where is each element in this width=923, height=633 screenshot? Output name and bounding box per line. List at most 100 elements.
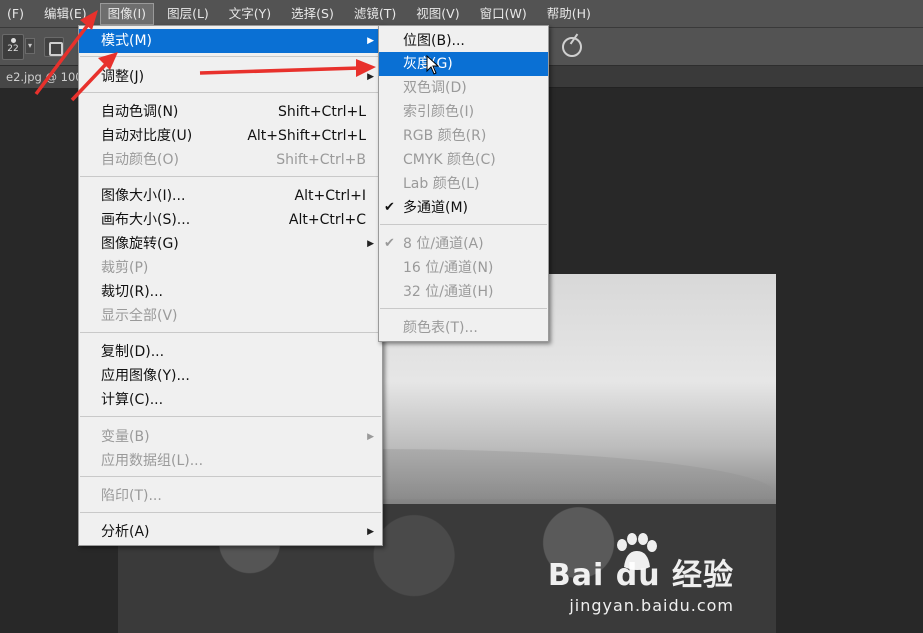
menu-view[interactable]: 视图(V) [409,3,466,25]
submenu-item-label: CMYK 颜色(C) [403,152,496,168]
submenu-item-label: 多通道(M) [403,200,469,216]
menu-edit[interactable]: 编辑(E) [37,3,94,25]
menu-filter[interactable]: 滤镜(T) [347,3,403,25]
menu-separator [80,176,381,177]
menu-item-label: 应用数据组(L)... [101,453,204,469]
menu-item-calculations[interactable]: 计算(C)... [79,388,382,412]
menu-item-label: 自动对比度(U) [101,128,193,144]
menu-item-label: 图像旋转(G) [101,236,179,252]
menu-item-label: 模式(M) [101,33,153,49]
baidu-watermark: Bai du 经验 jingyan.baidu.com [548,550,734,615]
submenu-item-label: RGB 颜色(R) [403,128,487,144]
menu-item-canvas-size[interactable]: 画布大小(S)... Alt+Ctrl+C [79,208,382,232]
menu-item-apply-image[interactable]: 应用图像(Y)... [79,364,382,388]
menu-item-trim[interactable]: 裁切(R)... [79,280,382,304]
menu-layer[interactable]: 图层(L) [160,3,216,25]
submenu-arrow-icon: ▶ [367,527,374,537]
submenu-item-indexed-color[interactable]: 索引颜色(I) [379,100,548,124]
submenu-item-16-bit[interactable]: 16 位/通道(N) [379,256,548,280]
menu-item-trap[interactable]: 陷印(T)... [79,484,382,508]
submenu-item-grayscale[interactable]: 灰度(G) [379,52,548,76]
menu-item-mode[interactable]: 模式(M) ▶ [79,29,382,53]
menu-bar: (F) 编辑(E) 图像(I) 图层(L) 文字(Y) 选择(S) 滤镜(T) … [0,0,923,28]
menu-item-shortcut: Shift+Ctrl+L [278,104,366,120]
submenu-item-multichannel[interactable]: ✔ 多通道(M) [379,196,548,220]
menu-item-image-rotation[interactable]: 图像旋转(G) ▶ [79,232,382,256]
menu-item-analysis[interactable]: 分析(A) ▶ [79,520,382,544]
menu-item-crop[interactable]: 裁剪(P) [79,256,382,280]
pressure-size-icon[interactable] [562,37,582,57]
brush-preset-picker[interactable]: 22 [2,34,24,60]
menu-item-shortcut: Alt+Ctrl+I [294,188,366,204]
menu-item-label: 图像大小(I)... [101,188,186,204]
menu-item-auto-tone[interactable]: 自动色调(N) Shift+Ctrl+L [79,100,382,124]
menu-separator [80,332,381,333]
menu-separator [380,308,547,309]
submenu-arrow-icon: ▶ [367,36,374,46]
mode-submenu: 位图(B)... 灰度(G) 双色调(D) 索引颜色(I) RGB 颜色(R) … [378,25,549,342]
menu-item-adjustments[interactable]: 调整(J) ▶ [79,65,382,89]
watermark-url: jingyan.baidu.com [569,596,734,615]
menu-item-reveal-all[interactable]: 显示全部(V) [79,304,382,328]
menu-item-duplicate[interactable]: 复制(D)... [79,340,382,364]
menu-item-label: 裁剪(P) [101,260,149,276]
menu-item-label: 变量(B) [101,429,150,445]
submenu-item-bitmap[interactable]: 位图(B)... [379,29,548,53]
menu-item-auto-contrast[interactable]: 自动对比度(U) Alt+Shift+Ctrl+L [79,124,382,148]
menu-separator [80,416,381,417]
menu-item-label: 应用图像(Y)... [101,368,190,384]
menu-item-shortcut: Alt+Shift+Ctrl+L [247,128,366,144]
submenu-arrow-icon: ▶ [367,239,374,249]
menu-separator [80,56,381,57]
submenu-item-label: 32 位/通道(H) [403,284,494,300]
menu-item-shortcut: Shift+Ctrl+B [276,152,366,168]
menu-file[interactable]: (F) [0,3,31,25]
watermark-main: Bai du 经验 [547,558,734,593]
menu-item-label: 显示全部(V) [101,308,178,324]
menu-select[interactable]: 选择(S) [284,3,341,25]
menu-item-label: 自动色调(N) [101,104,179,120]
menu-item-label: 复制(D)... [101,344,165,360]
submenu-item-label: 位图(B)... [403,33,465,49]
menu-item-label: 裁切(R)... [101,284,164,300]
menu-separator [80,92,381,93]
menu-item-label: 计算(C)... [101,392,164,408]
menu-help[interactable]: 帮助(H) [540,3,598,25]
submenu-item-label: 索引颜色(I) [403,104,475,120]
menu-item-auto-color[interactable]: 自动颜色(O) Shift+Ctrl+B [79,148,382,172]
menu-item-shortcut: Alt+Ctrl+C [288,212,366,228]
submenu-item-lab-color[interactable]: Lab 颜色(L) [379,172,548,196]
menu-separator [80,512,381,513]
submenu-item-32-bit[interactable]: 32 位/通道(H) [379,280,548,304]
menu-type[interactable]: 文字(Y) [222,3,278,25]
menu-window[interactable]: 窗口(W) [473,3,534,25]
submenu-arrow-icon: ▶ [367,72,374,82]
submenu-item-rgb-color[interactable]: RGB 颜色(R) [379,124,548,148]
checkmark-icon: ✔ [384,236,395,251]
brush-size-value: 22 [7,44,19,54]
image-menu: 模式(M) ▶ 调整(J) ▶ 自动色调(N) Shift+Ctrl+L 自动对… [78,25,383,546]
menu-separator [80,476,381,477]
brush-panel-toggle-icon[interactable] [44,37,64,57]
submenu-item-label: 双色调(D) [403,80,467,96]
submenu-item-duotone[interactable]: 双色调(D) [379,76,548,100]
chevron-down-icon[interactable]: ▾ [25,38,35,54]
submenu-item-label: 16 位/通道(N) [403,260,494,276]
submenu-item-label: 颜色表(T)... [403,320,478,336]
menu-image[interactable]: 图像(I) [99,2,155,25]
menu-item-label: 画布大小(S)... [101,212,191,228]
submenu-item-8-bit[interactable]: ✔ 8 位/通道(A) [379,232,548,256]
menu-item-label: 调整(J) [101,69,145,85]
submenu-item-label: 8 位/通道(A) [403,236,484,252]
menu-item-image-size[interactable]: 图像大小(I)... Alt+Ctrl+I [79,184,382,208]
submenu-item-cmyk-color[interactable]: CMYK 颜色(C) [379,148,548,172]
submenu-item-label: Lab 颜色(L) [403,176,480,192]
checkmark-icon: ✔ [384,200,395,215]
menu-item-apply-data-set[interactable]: 应用数据组(L)... [79,449,382,473]
menu-item-variables[interactable]: 变量(B) ▶ [79,425,382,449]
mouse-cursor-icon [426,55,440,75]
menu-item-label: 分析(A) [101,524,150,540]
submenu-item-color-table[interactable]: 颜色表(T)... [379,316,548,340]
menu-item-label: 自动颜色(O) [101,152,179,168]
submenu-arrow-icon: ▶ [367,432,374,442]
